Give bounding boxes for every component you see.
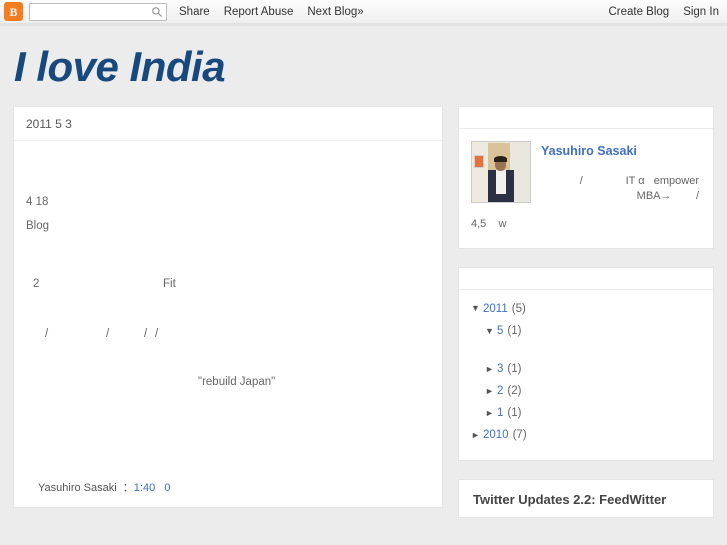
archive-link-month-3[interactable]: 3 xyxy=(497,361,503,377)
avatar[interactable] xyxy=(471,141,531,203)
archive-link-2011[interactable]: 2011 xyxy=(483,301,508,317)
post-footer-separator: ： xyxy=(122,482,134,494)
navbar-links: Share Report Abuse Next Blog» xyxy=(179,6,364,18)
profile-content: Yasuhiro Sasaki / IT α empower MBA→ / 4,… xyxy=(459,129,713,248)
triangle-right-icon[interactable]: ► xyxy=(485,385,497,398)
archive-link-month-2[interactable]: 2 xyxy=(497,383,503,399)
profile-widget-header xyxy=(459,107,713,129)
blogger-logo-icon[interactable]: B xyxy=(4,2,23,21)
post-panel: 2011 5 3 4 18 Blog 2 Fit / / / / "rebuil… xyxy=(13,106,443,508)
blogger-logo-letter: B xyxy=(9,4,18,19)
archive-count-month-1: (1) xyxy=(507,407,522,420)
photo-wall-left xyxy=(472,142,489,202)
sidebar: Yasuhiro Sasaki / IT α empower MBA→ / 4,… xyxy=(458,106,714,536)
post-line: "rebuild Japan" xyxy=(198,376,276,388)
post-date-header: 2011 5 3 xyxy=(14,107,442,141)
profile-widget: Yasuhiro Sasaki / IT α empower MBA→ / 4,… xyxy=(458,106,714,249)
share-link[interactable]: Share xyxy=(179,6,210,18)
archive-row-month-5[interactable]: ▼ 5 (1) xyxy=(459,320,713,342)
post-line: Blog xyxy=(26,220,50,232)
blog-title[interactable]: I love India xyxy=(14,46,727,88)
archive-spacer xyxy=(459,342,713,358)
blogger-navbar: B Share Report Abuse Next Blog» Create B… xyxy=(0,0,727,26)
post-footer: Yasuhiro Sasaki ：1:40 0 xyxy=(14,471,442,507)
triangle-down-icon[interactable]: ▼ xyxy=(471,302,483,315)
twitter-widget-title: Twitter Updates 2.2: FeedWitter xyxy=(473,492,667,508)
sign-in-link[interactable]: Sign In xyxy=(683,6,719,18)
photo-person-hair xyxy=(494,156,507,163)
archive-count-month-5: (1) xyxy=(507,324,522,337)
profile-description-line-3: 4,5 w xyxy=(471,217,507,230)
post-comments-link[interactable]: 0 xyxy=(164,482,170,494)
post-line: / xyxy=(155,328,159,340)
post-line: / xyxy=(106,328,110,340)
post-body: 4 18 Blog 2 Fit / / / / "rebuild Japan" xyxy=(14,141,442,471)
report-abuse-link[interactable]: Report Abuse xyxy=(224,6,294,18)
twitter-updates-widget: Twitter Updates 2.2: FeedWitter xyxy=(458,479,714,519)
create-blog-link[interactable]: Create Blog xyxy=(608,6,669,18)
main-column: 2011 5 3 4 18 Blog 2 Fit / / / / "rebuil… xyxy=(13,106,443,508)
post-line: / xyxy=(45,328,49,340)
post-line: 4 18 xyxy=(26,196,49,208)
archive-count-month-3: (1) xyxy=(507,362,522,375)
post-line: 2 xyxy=(33,278,40,290)
archive-tree: ▼ 2011 (5) ▼ 5 (1) ► 3 (1) ► 2 (2) ► 1 (… xyxy=(459,290,713,461)
next-blog-link[interactable]: Next Blog» xyxy=(307,6,363,18)
post-time-link[interactable]: 1:40 xyxy=(134,482,155,494)
photo-picture-frame xyxy=(474,155,485,169)
post-author: Yasuhiro Sasaki xyxy=(38,482,117,494)
content-area: 2011 5 3 4 18 Blog 2 Fit / / / / "rebuil… xyxy=(0,106,727,536)
archive-count-month-2: (2) xyxy=(507,384,522,397)
archive-row-month-2[interactable]: ► 2 (2) xyxy=(459,380,713,402)
archive-link-month-5[interactable]: 5 xyxy=(497,323,503,339)
navbar-right-links: Create Blog Sign In xyxy=(608,6,719,18)
triangle-right-icon[interactable]: ► xyxy=(485,363,497,376)
photo-person-shirt xyxy=(495,170,506,195)
search-input[interactable] xyxy=(30,5,148,22)
search-icon[interactable] xyxy=(151,6,163,18)
archive-count-2010: (7) xyxy=(512,429,527,442)
archive-row-month-1[interactable]: ► 1 (1) xyxy=(459,402,713,424)
archive-row-month-3[interactable]: ► 3 (1) xyxy=(459,358,713,380)
post-line: / xyxy=(144,328,148,340)
archive-widget-header xyxy=(459,268,713,290)
post-line: Fit xyxy=(163,278,176,290)
blog-header: I love India xyxy=(0,24,727,106)
archive-row-2010[interactable]: ► 2010 (7) xyxy=(459,424,713,446)
archive-row-2011[interactable]: ▼ 2011 (5) xyxy=(459,298,713,320)
triangle-right-icon[interactable]: ► xyxy=(471,429,483,442)
archive-link-month-1[interactable]: 1 xyxy=(497,405,503,421)
archive-count-2011: (5) xyxy=(511,302,526,315)
blog-archive-widget: ▼ 2011 (5) ▼ 5 (1) ► 3 (1) ► 2 (2) ► 1 (… xyxy=(458,266,714,462)
search-box[interactable] xyxy=(29,2,167,22)
triangle-right-icon[interactable]: ► xyxy=(485,407,497,420)
archive-link-2010[interactable]: 2010 xyxy=(483,427,509,443)
triangle-down-icon[interactable]: ▼ xyxy=(485,325,497,338)
